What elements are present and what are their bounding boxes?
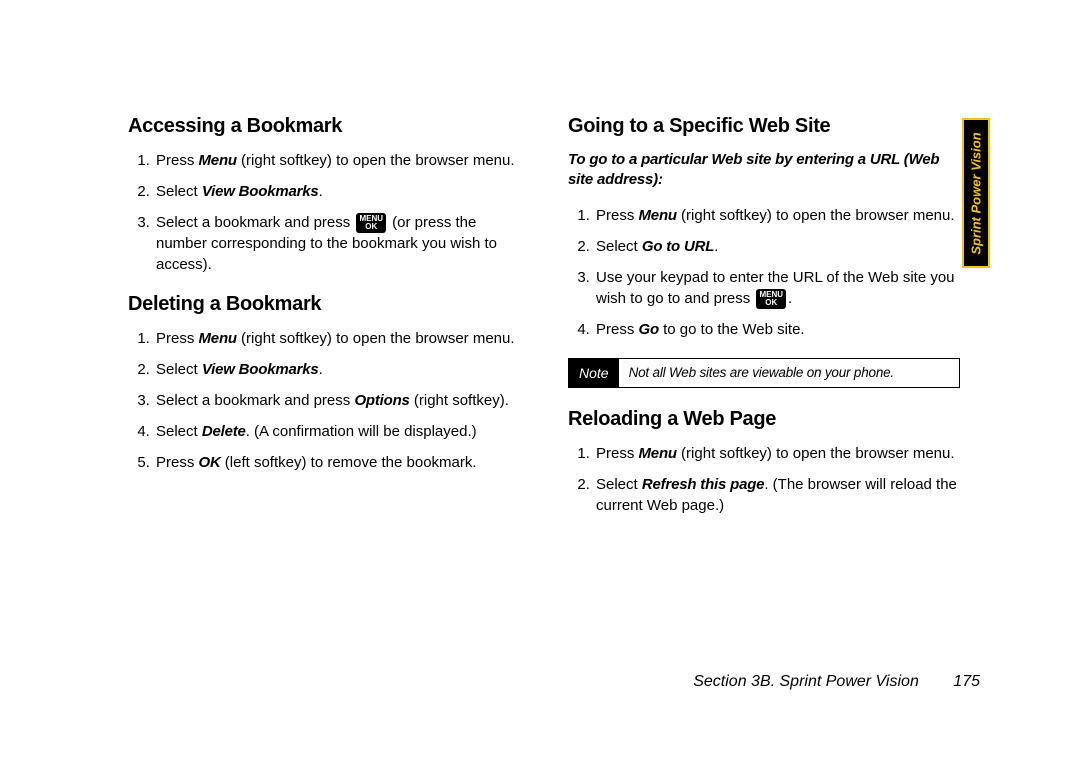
text: . <box>319 183 323 200</box>
list-item: Select Go to URL. <box>594 236 968 257</box>
text: (right softkey) to open the browser menu… <box>677 207 955 224</box>
text-bold: Go <box>639 321 659 338</box>
text-bold: View Bookmarks <box>202 183 319 200</box>
text: . <box>319 361 323 378</box>
text: Select <box>596 238 642 255</box>
menu-ok-icon: MENUOK <box>756 289 786 309</box>
steps-deleting-bookmark: Press Menu (right softkey) to open the b… <box>128 328 528 473</box>
left-column: Accessing a Bookmark Press Menu (right s… <box>128 115 528 534</box>
text: Press <box>596 207 639 224</box>
heading-going-to-site: Going to a Specific Web Site <box>568 115 968 138</box>
steps-accessing-bookmark: Press Menu (right softkey) to open the b… <box>128 150 528 275</box>
section-side-tab: Sprint Power Vision <box>962 118 990 268</box>
list-item: Select View Bookmarks. <box>154 181 528 202</box>
steps-reloading-page: Press Menu (right softkey) to open the b… <box>568 443 968 516</box>
right-column: Going to a Specific Web Site To go to a … <box>568 115 968 534</box>
text-bold: View Bookmarks <box>202 361 319 378</box>
text-bold: Menu <box>639 207 677 224</box>
note-callout: Note Not all Web sites are viewable on y… <box>568 358 960 388</box>
text-bold: Delete <box>202 423 246 440</box>
text: Select <box>156 361 202 378</box>
text-bold: Refresh this page <box>642 476 764 493</box>
two-column-layout: Accessing a Bookmark Press Menu (right s… <box>128 115 990 534</box>
text: Select a bookmark and press <box>156 392 354 409</box>
text: Select <box>156 183 202 200</box>
text: Press <box>596 321 639 338</box>
list-item: Select a bookmark and press MENUOK (or p… <box>154 212 528 275</box>
text: (right softkey) to open the browser menu… <box>677 445 955 462</box>
menu-ok-icon: MENUOK <box>356 213 386 233</box>
text-bold: Options <box>354 392 409 409</box>
text: (right softkey). <box>410 392 509 409</box>
footer-page-number: 175 <box>953 673 980 690</box>
heading-accessing-bookmark: Accessing a Bookmark <box>128 115 528 138</box>
list-item: Press Menu (right softkey) to open the b… <box>594 205 968 226</box>
text: Select <box>156 423 202 440</box>
page-footer: Section 3B. Sprint Power Vision 175 <box>693 673 980 691</box>
text: . <box>788 290 792 307</box>
list-item: Press Go to go to the Web site. <box>594 319 968 340</box>
list-item: Press Menu (right softkey) to open the b… <box>154 328 528 349</box>
text-bold: Go to URL <box>642 238 714 255</box>
list-item: Press OK (left softkey) to remove the bo… <box>154 452 528 473</box>
note-label: Note <box>569 359 619 387</box>
text: (left softkey) to remove the bookmark. <box>221 454 477 471</box>
text: . (A confirmation will be displayed.) <box>246 423 477 440</box>
list-item: Select a bookmark and press Options (rig… <box>154 390 528 411</box>
text: Press <box>596 445 639 462</box>
text: Press <box>156 152 199 169</box>
text: (right softkey) to open the browser menu… <box>237 152 515 169</box>
text: . <box>714 238 718 255</box>
heading-deleting-bookmark: Deleting a Bookmark <box>128 293 528 316</box>
text: Select <box>596 476 642 493</box>
text-bold: Menu <box>199 330 237 347</box>
footer-section: Section 3B. Sprint Power Vision <box>693 673 919 690</box>
text: Select a bookmark and press <box>156 214 354 231</box>
list-item: Press Menu (right softkey) to open the b… <box>154 150 528 171</box>
text-bold: Menu <box>199 152 237 169</box>
side-tab-label: Sprint Power Vision <box>969 132 984 254</box>
text: (right softkey) to open the browser menu… <box>237 330 515 347</box>
text-bold: OK <box>199 454 221 471</box>
text-bold: Menu <box>639 445 677 462</box>
lead-text: To go to a particular Web site by enteri… <box>568 150 968 191</box>
text: to go to the Web site. <box>659 321 805 338</box>
list-item: Select Delete. (A confirmation will be d… <box>154 421 528 442</box>
text: Press <box>156 454 199 471</box>
note-text: Not all Web sites are viewable on your p… <box>619 359 904 387</box>
text: Press <box>156 330 199 347</box>
heading-reloading-page: Reloading a Web Page <box>568 408 968 431</box>
list-item: Select Refresh this page. (The browser w… <box>594 474 968 516</box>
list-item: Press Menu (right softkey) to open the b… <box>594 443 968 464</box>
list-item: Use your keypad to enter the URL of the … <box>594 267 968 309</box>
list-item: Select View Bookmarks. <box>154 359 528 380</box>
steps-going-to-site: Press Menu (right softkey) to open the b… <box>568 205 968 340</box>
manual-page: Sprint Power Vision Accessing a Bookmark… <box>0 0 1080 771</box>
